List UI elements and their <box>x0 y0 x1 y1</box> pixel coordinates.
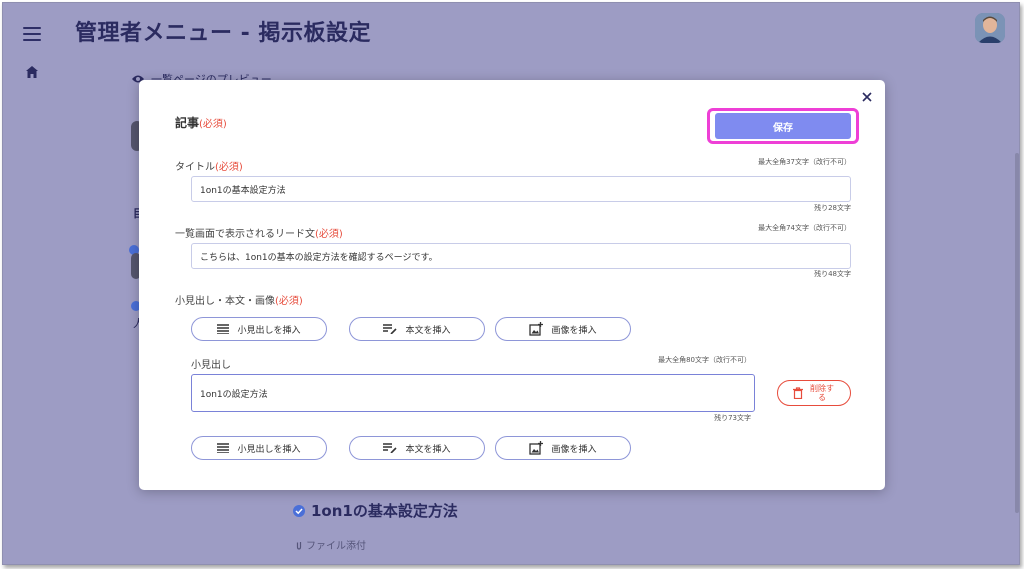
body-label-text: 小見出し・本文・画像 <box>175 296 275 307</box>
insert-heading-label: 小見出しを挿入 <box>237 444 301 455</box>
app-window: 管理者メニュー - 掲示板設定 一覧ページのプレビュー 目 人 1on1の基本設… <box>2 2 1020 565</box>
lead-field-label: 一覧画面で表示されるリード文(必須) <box>175 225 343 240</box>
add-image-icon <box>529 441 544 455</box>
page-scrollbar[interactable] <box>1015 153 1019 513</box>
attachment-link[interactable]: ファイル添付 <box>295 537 366 552</box>
insert-heading-label: 小見出しを挿入 <box>237 325 301 336</box>
section-title: 記事(必須) <box>175 114 227 131</box>
paperclip-icon <box>296 541 302 550</box>
insert-image-label: 画像を挿入 <box>551 444 597 455</box>
save-button[interactable]: 保存 <box>715 113 851 139</box>
edit-text-icon <box>383 324 398 334</box>
title-input[interactable] <box>191 176 851 202</box>
subheading-remaining-count: 残り73文字 <box>714 414 751 422</box>
required-mark: (必須) <box>215 162 243 173</box>
close-icon[interactable] <box>860 90 874 104</box>
insert-heading-button[interactable]: 小見出しを挿入 <box>191 317 327 341</box>
page-title: 管理者メニュー - 掲示板設定 <box>75 21 371 46</box>
required-mark: (必須) <box>275 296 303 307</box>
title-field-hint: 最大全角37文字（改行不可） <box>758 158 851 166</box>
subheading-field-label: 小見出し <box>191 360 231 371</box>
list-icon <box>217 324 230 334</box>
list-icon <box>217 443 230 453</box>
required-mark: (必須) <box>315 229 343 240</box>
lead-label-text: 一覧画面で表示されるリード文 <box>175 229 315 240</box>
subheading-field-hint: 最大全角80文字（改行不可） <box>658 356 751 364</box>
subheading-input[interactable] <box>191 374 755 412</box>
article-title-text: 1on1の基本設定方法 <box>311 502 458 520</box>
lead-remaining-count: 残り48文字 <box>814 270 851 278</box>
title-remaining-count: 残り28文字 <box>814 204 851 212</box>
trash-icon <box>793 387 803 399</box>
section-title-text: 記事 <box>175 116 200 130</box>
insert-image-button[interactable]: 画像を挿入 <box>495 436 631 460</box>
insert-text-button[interactable]: 本文を挿入 <box>349 436 485 460</box>
insert-text-button[interactable]: 本文を挿入 <box>349 317 485 341</box>
title-field-label: タイトル(必須) <box>175 158 243 173</box>
menu-icon[interactable] <box>23 27 41 41</box>
check-circle-icon <box>293 504 305 517</box>
insert-text-label: 本文を挿入 <box>405 444 451 455</box>
insert-text-label: 本文を挿入 <box>405 325 451 336</box>
edit-text-icon <box>383 443 398 453</box>
required-mark: (必須) <box>199 119 227 130</box>
article-edit-modal: 記事(必須) 保存 タイトル(必須) 最大全角37文字（改行不可） 残り28文字… <box>139 80 885 490</box>
delete-label: 削除する <box>810 384 834 402</box>
home-icon[interactable] <box>25 65 39 79</box>
delete-button[interactable]: 削除する <box>777 380 851 406</box>
insert-image-label: 画像を挿入 <box>551 325 597 336</box>
body-section-label: 小見出し・本文・画像(必須) <box>175 292 303 307</box>
lead-input[interactable] <box>191 243 851 269</box>
insert-image-button[interactable]: 画像を挿入 <box>495 317 631 341</box>
insert-heading-button[interactable]: 小見出しを挿入 <box>191 436 327 460</box>
lead-field-hint: 最大全角74文字（改行不可） <box>758 224 851 232</box>
article-title: 1on1の基本設定方法 <box>293 500 458 521</box>
add-image-icon <box>529 322 544 336</box>
title-label-text: タイトル <box>175 162 215 173</box>
attachment-label: ファイル添付 <box>306 541 366 552</box>
avatar[interactable] <box>975 13 1005 43</box>
